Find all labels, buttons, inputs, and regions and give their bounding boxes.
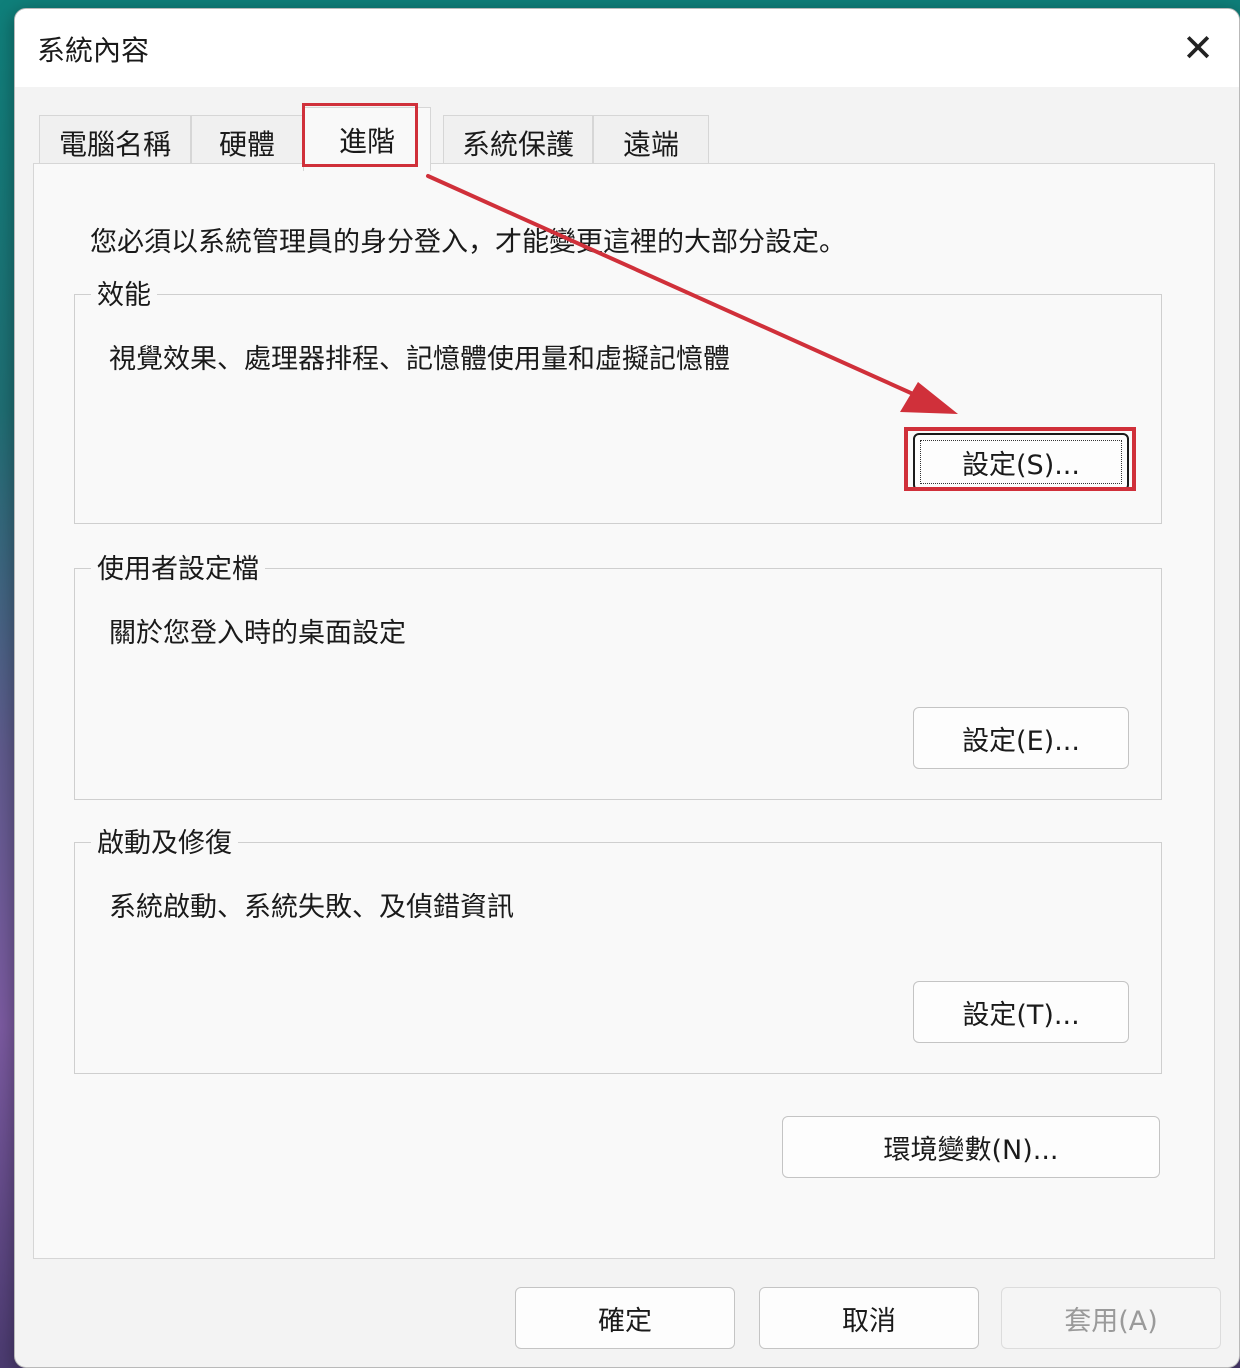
environment-variables-button[interactable]: 環境變數(N)... <box>782 1116 1160 1178</box>
performance-description: 視覺效果、處理器排程、記憶體使用量和虛擬記憶體 <box>109 344 730 375</box>
advanced-tab-highlight-box <box>302 103 418 167</box>
performance-button-highlight-box <box>904 427 1136 491</box>
user-profiles-description: 關於您登入時的桌面設定 <box>109 618 406 649</box>
apply-button: 套用(A) <box>1001 1287 1221 1349</box>
tab-system-protection[interactable]: 系統保護 <box>443 115 593 169</box>
ok-button[interactable]: 確定 <box>515 1287 735 1349</box>
tab-hardware[interactable]: 硬體 <box>191 115 303 169</box>
startup-recovery-group: 啟動及修復 系統啟動、系統失敗、及偵錯資訊 設定(T)... <box>74 821 1162 1074</box>
performance-legend: 效能 <box>91 273 157 312</box>
user-profiles-group: 使用者設定檔 關於您登入時的桌面設定 設定(E)... <box>74 547 1162 800</box>
startup-recovery-description: 系統啟動、系統失敗、及偵錯資訊 <box>109 892 514 923</box>
cancel-button[interactable]: 取消 <box>759 1287 979 1349</box>
advanced-tab-panel: 您必須以系統管理員的身分登入，才能變更這裡的大部分設定。 效能 視覺效果、處理器… <box>33 163 1215 1259</box>
system-properties-dialog: 系統內容 ✕ 電腦名稱 硬體 進階 系統保護 遠端 您必須以系統管理員的身分登入… <box>14 8 1240 1368</box>
tab-computer-name[interactable]: 電腦名稱 <box>39 115 191 169</box>
admin-notice: 您必須以系統管理員的身分登入，才能變更這裡的大部分設定。 <box>90 227 846 258</box>
user-profiles-settings-button[interactable]: 設定(E)... <box>913 707 1129 769</box>
title-bar: 系統內容 ✕ <box>15 9 1239 87</box>
tab-remote[interactable]: 遠端 <box>593 115 709 169</box>
close-icon[interactable]: ✕ <box>1173 23 1223 73</box>
user-profiles-legend: 使用者設定檔 <box>91 547 265 586</box>
startup-recovery-legend: 啟動及修復 <box>91 821 238 860</box>
window-title: 系統內容 <box>37 34 150 67</box>
startup-recovery-settings-button[interactable]: 設定(T)... <box>913 981 1129 1043</box>
